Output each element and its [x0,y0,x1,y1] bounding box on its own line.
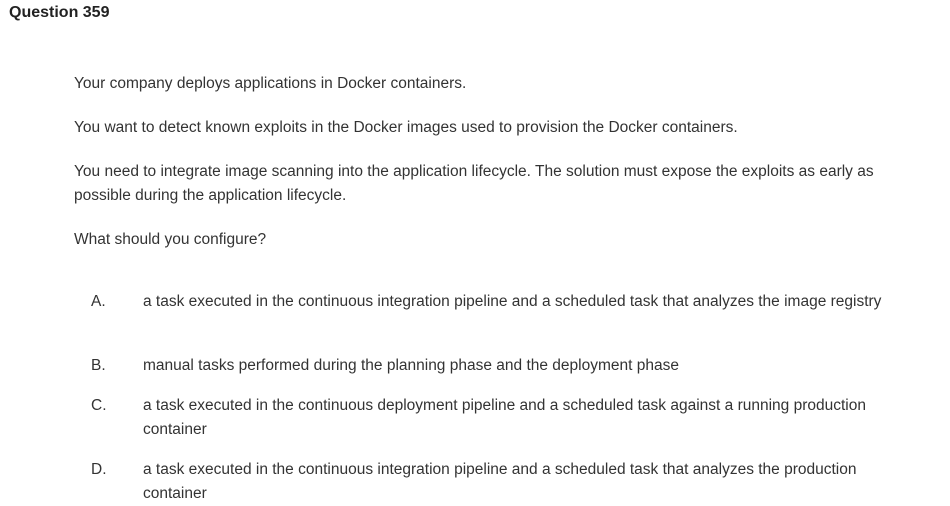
answer-option-d[interactable]: D. a task executed in the continuous int… [91,458,921,506]
question-stem-paragraph: You need to integrate image scanning int… [74,163,874,204]
option-text: a task executed in the continuous integr… [143,461,857,502]
answer-option-c[interactable]: C. a task executed in the continuous dep… [91,394,921,442]
answer-option-a[interactable]: A. a task executed in the continuous int… [91,290,921,314]
question-stem-paragraph: Your company deploys applications in Doc… [74,75,467,92]
option-letter: A. [91,293,106,310]
question-prompt: What should you configure? [74,231,267,248]
answer-option-b[interactable]: B. manual tasks performed during the pla… [91,354,921,378]
option-letter: D. [91,461,107,478]
option-text: a task executed in the continuous deploy… [143,397,866,438]
option-letter: C. [91,397,107,414]
question-title: Question 359 [9,4,110,21]
option-text: a task executed in the continuous integr… [143,293,882,310]
option-text: manual tasks performed during the planni… [143,357,679,374]
question-stem-paragraph: You want to detect known exploits in the… [74,119,738,136]
option-letter: B. [91,357,106,374]
